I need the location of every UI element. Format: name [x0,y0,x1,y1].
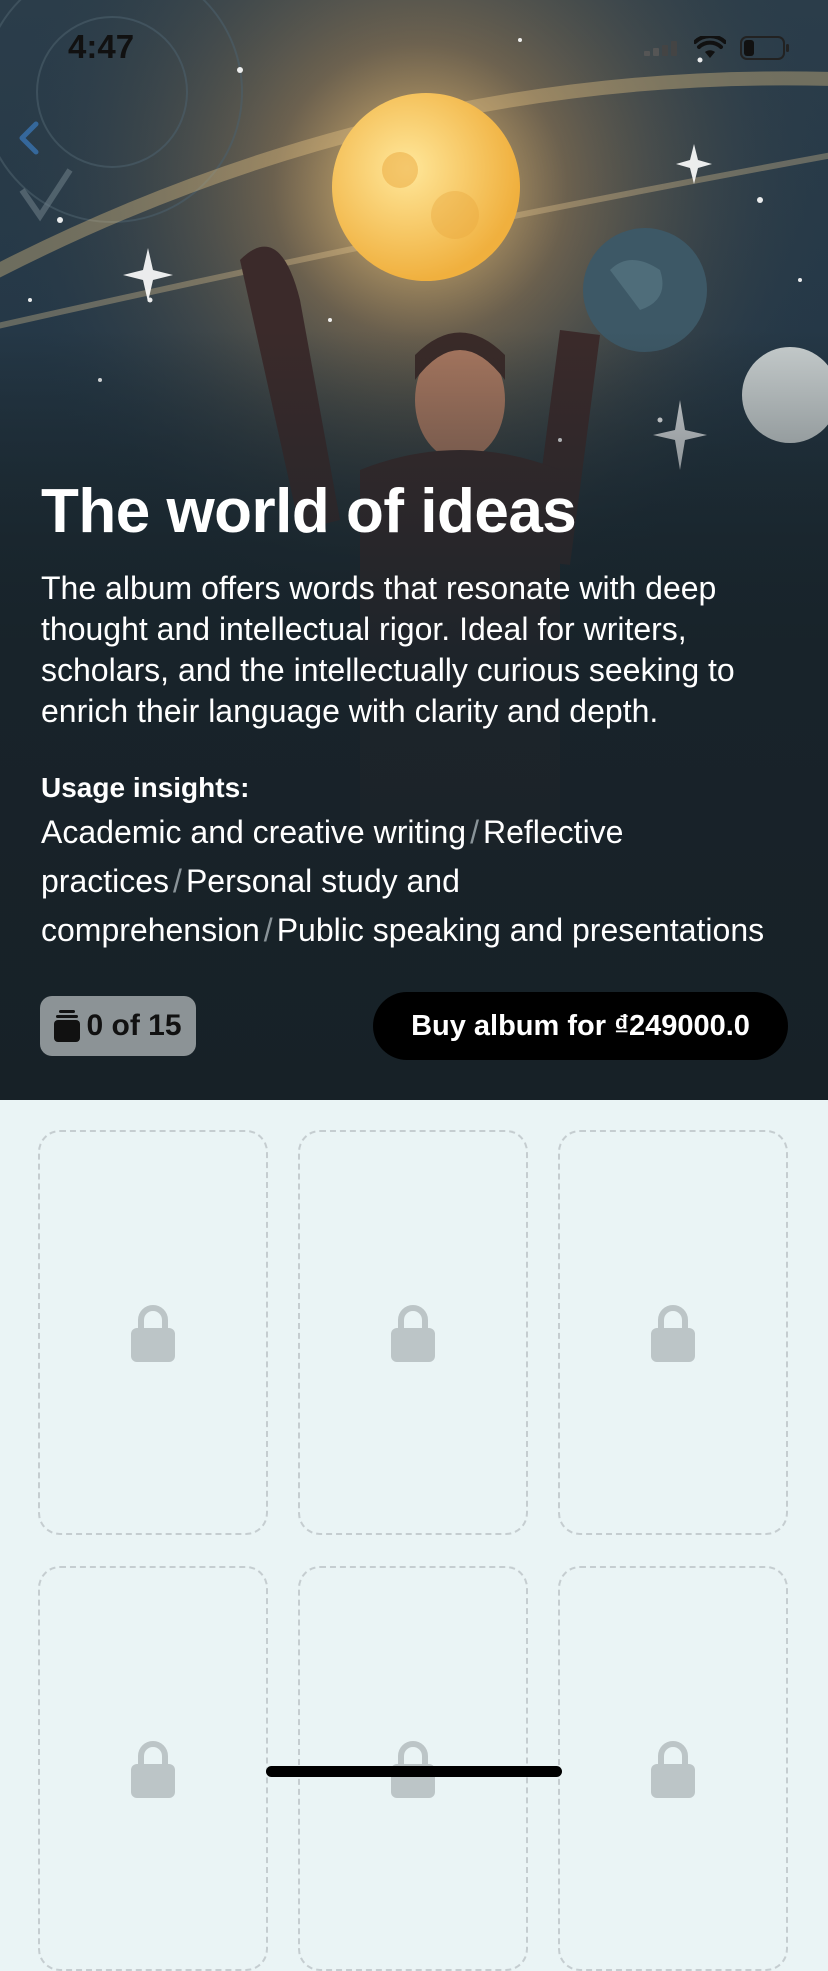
usage-insight-item: Public speaking and presentations [276,912,765,948]
album-description: The album offers words that resonate wit… [41,570,735,729]
chevron-left-icon[interactable] [14,118,44,158]
locked-card[interactable] [38,1130,268,1535]
usage-insights-list: Academic and creative writing / Reflective… [41,808,781,955]
locked-card[interactable] [558,1566,788,1971]
card-stack-icon [54,1010,81,1042]
usage-insight-item: Academic and creative writing [41,814,467,850]
locked-card[interactable] [38,1566,268,1971]
locked-cards-grid [0,1100,828,1971]
insight-separator: / [470,814,479,850]
buy-album-button[interactable]: Buy album for ₫249000.0 [373,992,788,1060]
lock-icon [651,1304,695,1362]
locked-card[interactable] [298,1130,528,1535]
lock-icon [131,1304,175,1362]
battery-icon [740,36,789,60]
collection-counter-badge: 0 of 15 [40,996,196,1056]
locked-card[interactable] [558,1130,788,1535]
album-title: The world of ideas [41,477,577,546]
home-indicator[interactable] [266,1766,562,1777]
usage-insights-label: Usage insights: [41,772,250,803]
status-bar-time: 4:47 [68,28,135,65]
cellular-signal-icon [644,41,677,56]
lock-icon [391,1304,435,1362]
wifi-icon [694,36,726,58]
lock-icon [651,1740,695,1798]
album-hero: 4:47 The world of ideas The album offers… [0,0,828,1100]
status-bar-icons [644,36,790,60]
collection-count: 0 of 15 [86,1009,182,1042]
insight-separator: / [173,863,182,899]
lock-icon [131,1740,175,1798]
insight-separator: / [263,912,273,948]
